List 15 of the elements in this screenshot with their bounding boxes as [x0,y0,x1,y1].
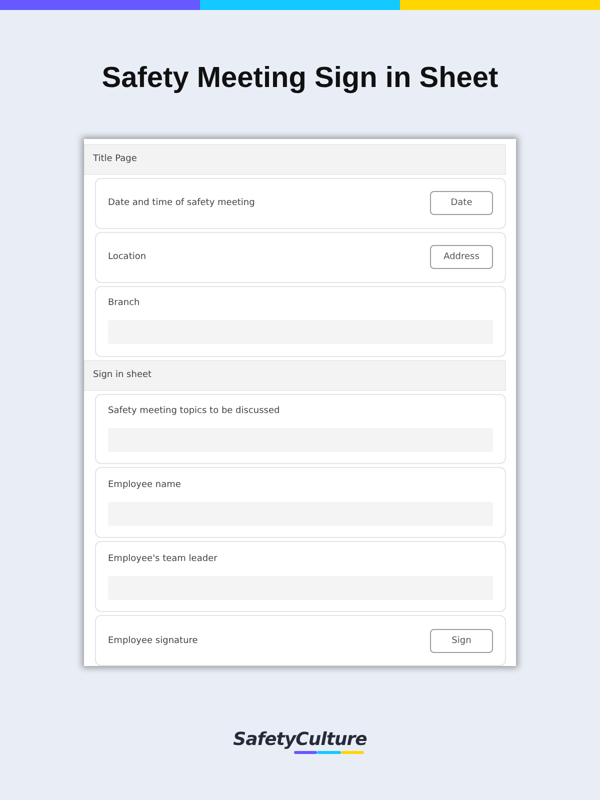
section-header: Sign in sheet [84,360,506,391]
question-label: Employee name [108,480,182,490]
question-label: Safety meeting topics to be discussed [108,406,281,416]
page-heading: Safety Meeting Sign in Sheet [100,62,500,95]
section-header: Title Page [84,144,506,175]
brand-logo: SafetyCulture [233,729,367,750]
action-button[interactable]: Address [430,245,493,270]
question-label: Date and time of safety meeting [108,198,255,208]
question-label: Location [108,252,146,262]
action-button[interactable]: Sign [430,628,493,653]
question-label: Employee signature [108,636,198,646]
logo-underline [294,751,364,754]
question-label: Employee's team leader [108,554,218,564]
question-label: Branch [108,298,141,308]
date-button[interactable]: Date [430,191,493,216]
